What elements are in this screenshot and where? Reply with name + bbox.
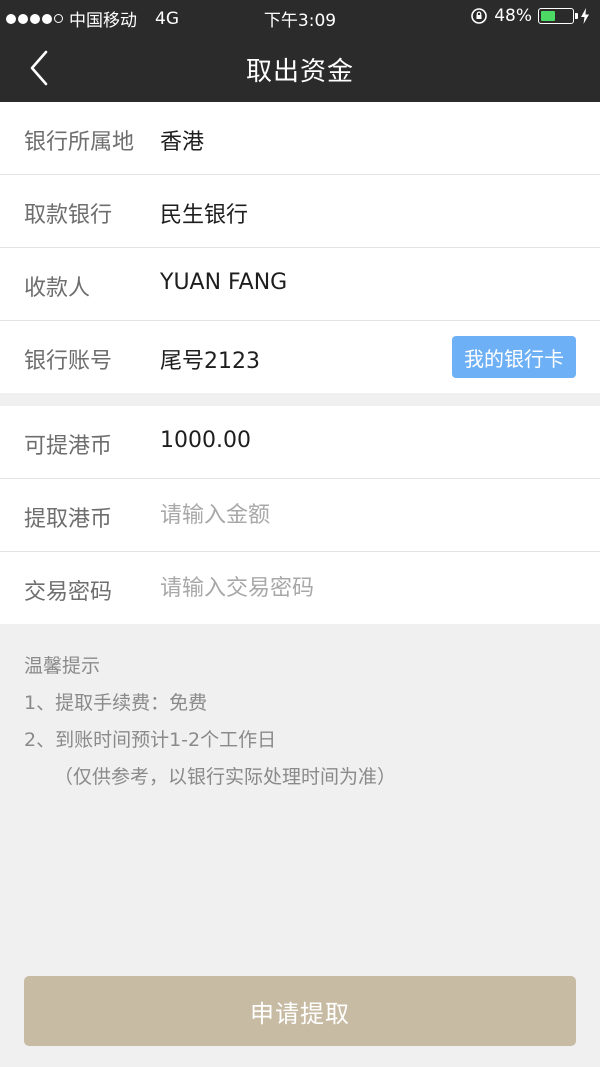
- tips-title: 温馨提示: [24, 655, 101, 677]
- withdraw-amount-label: 提取港币: [24, 507, 113, 532]
- trade-password-label: 交易密码: [24, 580, 113, 605]
- tips-fee-line: 1、提取手续费：免费: [24, 692, 208, 714]
- battery-percent: 48%: [494, 6, 532, 26]
- page-title: 取出资金: [245, 57, 354, 87]
- my-bank-cards-button[interactable]: 我的银行卡: [452, 336, 576, 378]
- trade-password-input[interactable]: [160, 570, 560, 606]
- bank-region-row: 银行所属地 香港: [0, 102, 600, 175]
- battery-fill: [541, 11, 555, 21]
- payee-row: 收款人 YUAN FANG: [0, 248, 600, 321]
- tips-note-line: （仅供参考，以银行实际处理时间为准）: [54, 766, 397, 788]
- nav-bar: 取出资金: [0, 34, 600, 102]
- bank-account-value: 尾号2123: [160, 349, 260, 374]
- bank-account-row: 银行账号 尾号2123 我的银行卡: [0, 321, 600, 393]
- trade-password-row: 交易密码: [0, 552, 600, 624]
- withdraw-bank-label: 取款银行: [24, 203, 113, 228]
- available-hkd-label: 可提港币: [24, 434, 113, 459]
- withdraw-bank-row: 取款银行 民生银行: [0, 175, 600, 248]
- bank-info-section: 银行所属地 香港 取款银行 民生银行 收款人 YUAN FANG 银行账号 尾号…: [0, 102, 600, 393]
- rotation-lock-icon: [471, 8, 488, 24]
- withdraw-section: 可提港币 1000.00 提取港币 交易密码: [0, 406, 600, 624]
- battery-icon: [538, 8, 578, 24]
- available-hkd-row: 可提港币 1000.00: [0, 406, 600, 479]
- status-bar: 中国移动 4G 下午3:09 48%: [0, 0, 600, 34]
- payee-label: 收款人: [24, 276, 91, 301]
- bank-region-label: 银行所属地: [24, 130, 135, 155]
- bank-account-label: 银行账号: [24, 349, 113, 374]
- status-right: 48%: [470, 6, 590, 26]
- withdraw-amount-input[interactable]: [160, 497, 560, 533]
- charging-bolt-icon: [581, 8, 589, 24]
- payee-value: YUAN FANG: [160, 270, 288, 295]
- withdraw-bank-value: 民生银行: [160, 203, 249, 228]
- submit-withdraw-button[interactable]: 申请提取: [24, 976, 576, 1046]
- bank-region-value: 香港: [160, 130, 205, 155]
- withdraw-amount-row: 提取港币: [0, 479, 600, 552]
- tips-section: 温馨提示 1、提取手续费：免费 2、到账时间预计1-2个工作日 （仅供参考，以银…: [24, 648, 396, 796]
- tips-arrival-line: 2、到账时间预计1-2个工作日: [24, 729, 277, 751]
- available-hkd-value: 1000.00: [160, 428, 251, 453]
